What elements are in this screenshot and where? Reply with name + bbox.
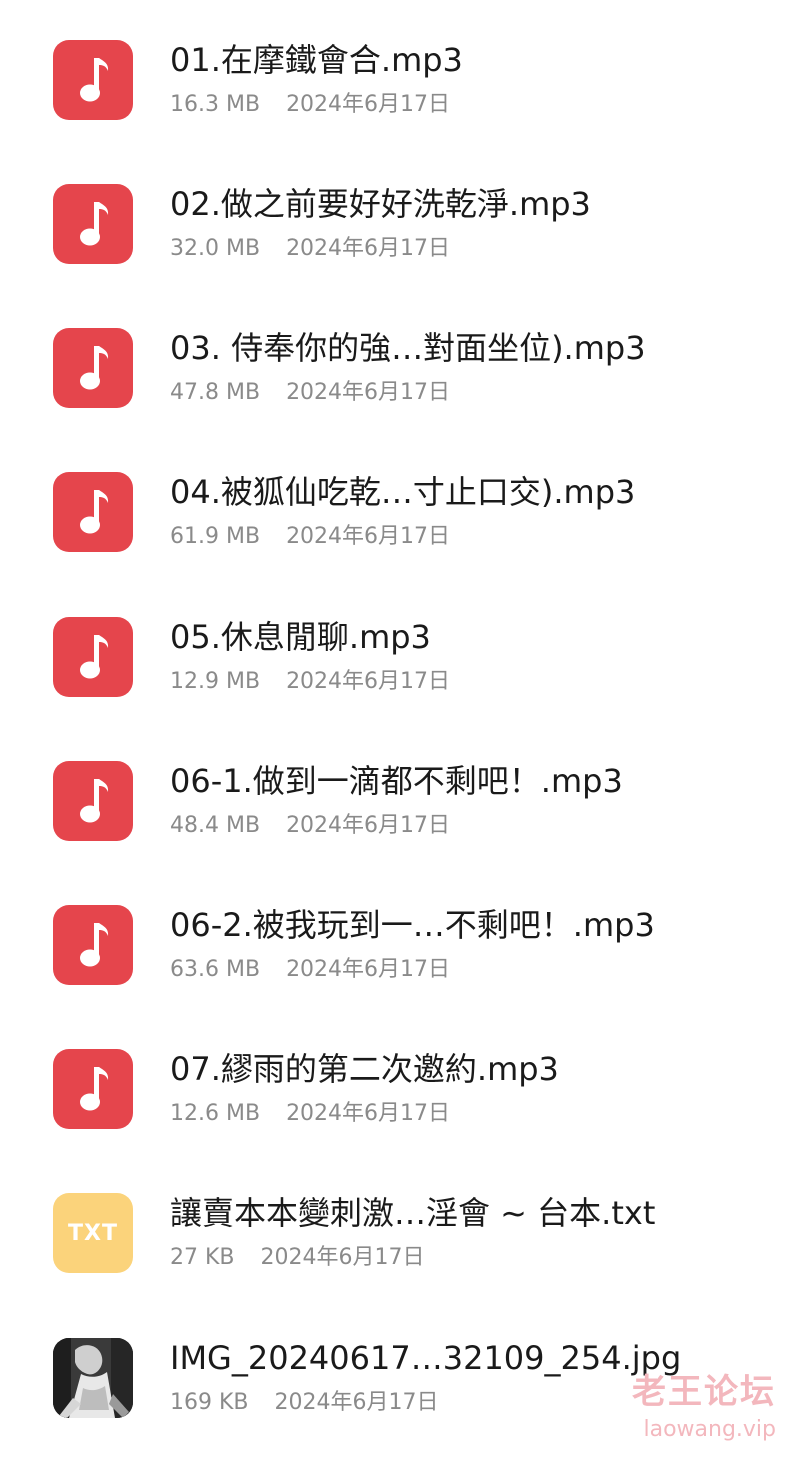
file-date: 2024年6月17日 [286, 669, 451, 694]
music-note-icon [53, 905, 133, 985]
file-size: 47.8 MB [170, 380, 261, 405]
file-row[interactable]: 04.被狐仙吃乾…寸止口交).mp3 61.9 MB 2024年6月17日 [0, 472, 800, 582]
music-note-icon [53, 184, 133, 264]
file-name: 03. 侍奉你的強…對面坐位).mp3 [170, 329, 646, 367]
file-meta: 48.4 MB 2024年6月17日 [170, 811, 450, 841]
file-name: 05.休息閒聊.mp3 [170, 618, 431, 656]
watermark-url: laowang.vip [643, 1417, 776, 1442]
music-note-icon [53, 617, 133, 697]
file-row[interactable]: 03. 侍奉你的強…對面坐位).mp3 47.8 MB 2024年6月17日 [0, 328, 800, 438]
file-date: 2024年6月17日 [286, 380, 451, 405]
file-meta: 47.8 MB 2024年6月17日 [170, 378, 450, 408]
file-meta: 12.6 MB 2024年6月17日 [170, 1099, 450, 1129]
file-size: 61.9 MB [170, 524, 261, 549]
file-row[interactable]: 06-1.做到一滴都不剩吧！.mp3 48.4 MB 2024年6月17日 [0, 761, 800, 871]
file-date: 2024年6月17日 [286, 813, 451, 838]
file-name: 04.被狐仙吃乾…寸止口交).mp3 [170, 473, 636, 511]
file-size: 63.6 MB [170, 957, 261, 982]
file-name: 06-1.做到一滴都不剩吧！.mp3 [170, 762, 623, 800]
watermark: 老王论坛 laowang.vip [632, 1372, 776, 1444]
file-size: 12.6 MB [170, 1101, 261, 1126]
music-note-icon [53, 328, 133, 408]
file-size: 12.9 MB [170, 669, 261, 694]
file-date: 2024年6月17日 [260, 1245, 425, 1270]
image-thumbnail-icon [53, 1338, 133, 1418]
file-name: 01.在摩鐵會合.mp3 [170, 41, 463, 79]
file-row[interactable]: 02.做之前要好好洗乾淨.mp3 32.0 MB 2024年6月17日 [0, 184, 800, 294]
file-size: 48.4 MB [170, 813, 261, 838]
file-meta: 63.6 MB 2024年6月17日 [170, 955, 450, 985]
file-meta: 12.9 MB 2024年6月17日 [170, 667, 450, 697]
file-meta: 32.0 MB 2024年6月17日 [170, 234, 450, 264]
file-row[interactable]: 05.休息閒聊.mp3 12.9 MB 2024年6月17日 [0, 617, 800, 727]
file-size: 32.0 MB [170, 236, 261, 261]
file-size: 169 KB [170, 1390, 249, 1415]
file-meta: 61.9 MB 2024年6月17日 [170, 522, 450, 552]
file-date: 2024年6月17日 [286, 1101, 451, 1126]
file-meta: 169 KB 2024年6月17日 [170, 1388, 439, 1418]
music-note-icon [53, 472, 133, 552]
file-row[interactable]: 07.繆雨的第二次邀約.mp3 12.6 MB 2024年6月17日 [0, 1049, 800, 1159]
watermark-title: 老王论坛 [632, 1372, 776, 1412]
txt-icon-label: TXT [68, 1220, 118, 1246]
file-row[interactable]: 06-2.被我玩到一…不剩吧！.mp3 63.6 MB 2024年6月17日 [0, 905, 800, 1015]
file-name: 02.做之前要好好洗乾淨.mp3 [170, 185, 591, 223]
file-name: 07.繆雨的第二次邀約.mp3 [170, 1050, 559, 1088]
file-date: 2024年6月17日 [286, 92, 451, 117]
txt-file-icon: TXT [53, 1193, 133, 1273]
file-row[interactable]: 01.在摩鐵會合.mp3 16.3 MB 2024年6月17日 [0, 40, 800, 150]
file-date: 2024年6月17日 [286, 236, 451, 261]
file-name: 06-2.被我玩到一…不剩吧！.mp3 [170, 906, 655, 944]
file-name: 讓賣本本變刺激…淫會 ~ 台本.txt [170, 1194, 656, 1232]
file-size: 16.3 MB [170, 92, 261, 117]
file-meta: 16.3 MB 2024年6月17日 [170, 90, 450, 120]
file-row[interactable]: TXT 讓賣本本變刺激…淫會 ~ 台本.txt 27 KB 2024年6月17日 [0, 1193, 800, 1303]
file-date: 2024年6月17日 [286, 524, 451, 549]
file-name: IMG_20240617…32109_254.jpg [170, 1339, 682, 1377]
file-date: 2024年6月17日 [286, 957, 451, 982]
music-note-icon [53, 761, 133, 841]
file-size: 27 KB [170, 1245, 235, 1270]
music-note-icon [53, 1049, 133, 1129]
file-meta: 27 KB 2024年6月17日 [170, 1243, 425, 1273]
music-note-icon [53, 40, 133, 120]
file-date: 2024年6月17日 [274, 1390, 439, 1415]
